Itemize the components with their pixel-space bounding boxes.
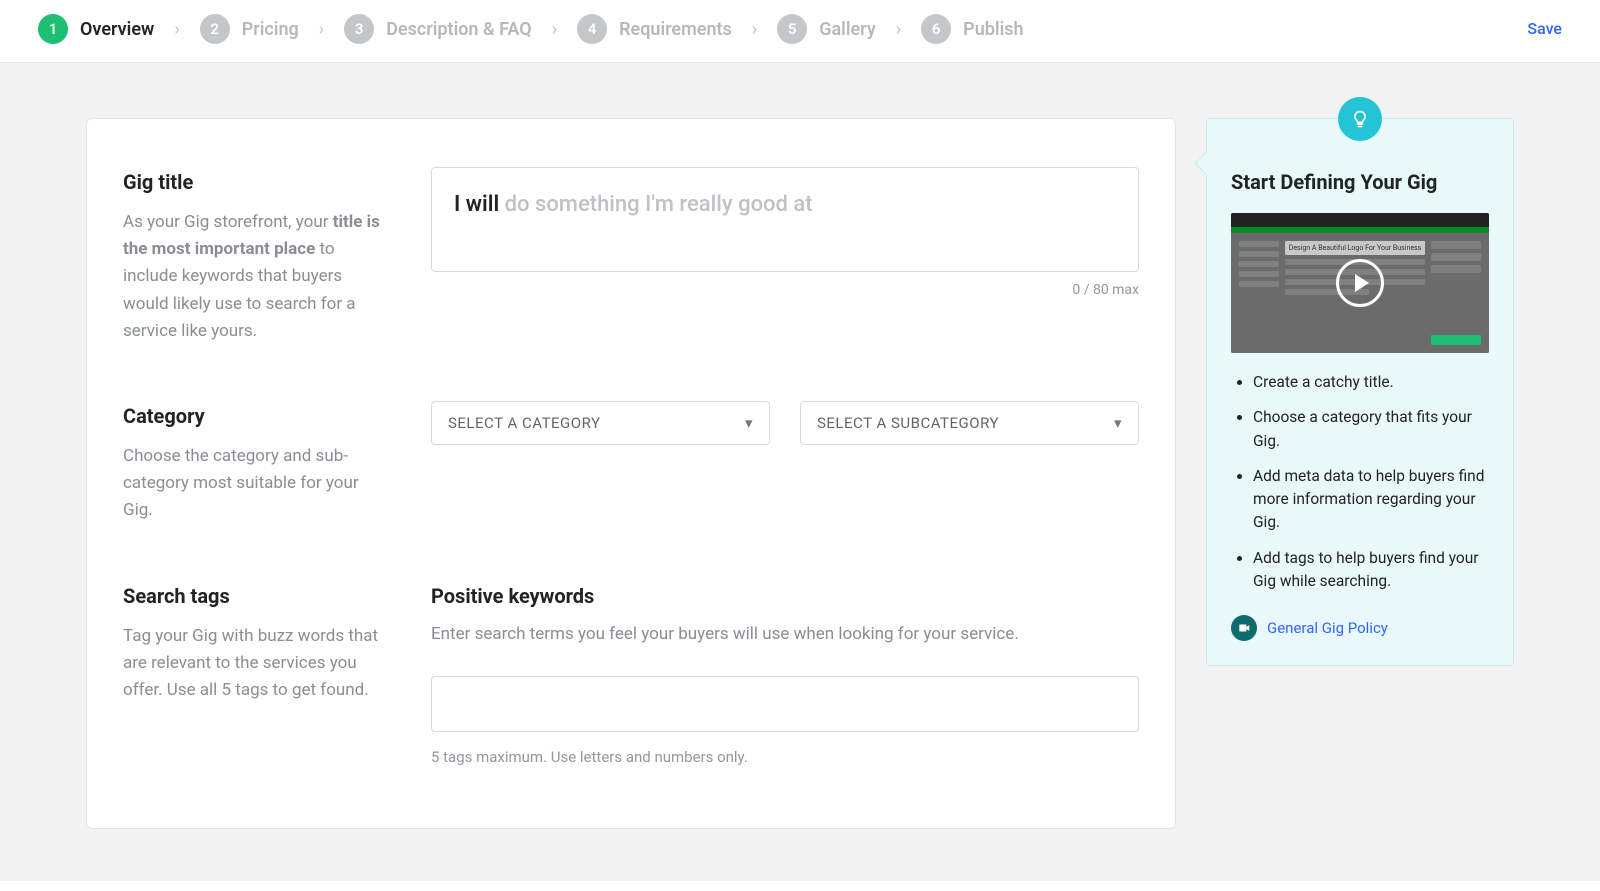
subcategory-select[interactable]: SELECT A SUBCATEGORY ▾ (800, 401, 1139, 446)
tip-panel: Start Defining Your Gig Design A Beautif… (1206, 118, 1514, 666)
category-desc: Choose the category and sub-category mos… (123, 443, 383, 525)
caret-down-icon: ▾ (745, 412, 753, 435)
tip-list-item: Add meta data to help buyers find more i… (1253, 465, 1489, 535)
tip-list-item: Choose a category that fits your Gig. (1253, 406, 1489, 453)
step-label: Pricing (242, 16, 299, 43)
step-publish[interactable]: 6 Publish (921, 14, 1023, 44)
tip-video[interactable]: Design A Beautiful Logo For Your Busines… (1231, 213, 1489, 353)
caret-down-icon: ▾ (1114, 412, 1122, 435)
tip-title: Start Defining Your Gig (1231, 167, 1489, 197)
lightbulb-icon (1338, 97, 1382, 141)
positive-keywords-desc: Enter search terms you feel your buyers … (431, 621, 1139, 648)
step-number: 6 (921, 14, 951, 44)
gig-title-placeholder: do something I'm really good at (505, 192, 813, 217)
gig-title-input[interactable]: I will do something I'm really good at (431, 167, 1139, 272)
save-link[interactable]: Save (1527, 17, 1562, 41)
search-tags-label: Search tags (123, 581, 383, 611)
step-number: 2 (200, 14, 230, 44)
chevron-right-icon: › (317, 16, 326, 43)
tip-list-item: Create a catchy title. (1253, 371, 1489, 394)
positive-keywords-label: Positive keywords (431, 581, 1139, 611)
step-number: 3 (344, 14, 374, 44)
gig-title-char-count: 0 / 80 max (431, 280, 1139, 301)
chevron-right-icon: › (750, 16, 759, 43)
subcategory-select-value: SELECT A SUBCATEGORY (817, 412, 999, 435)
row-category: Category Choose the category and sub-cat… (123, 401, 1139, 525)
row-search-tags: Search tags Tag your Gig with buzz words… (123, 581, 1139, 769)
step-requirements[interactable]: 4 Requirements (577, 14, 732, 44)
step-number: 1 (38, 14, 68, 44)
step-pricing[interactable]: 2 Pricing (200, 14, 299, 44)
step-label: Description & FAQ (386, 16, 532, 43)
video-icon (1231, 615, 1257, 641)
policy-row: General Gig Policy (1231, 615, 1489, 641)
step-label: Requirements (619, 16, 732, 43)
step-gallery[interactable]: 5 Gallery (777, 14, 876, 44)
step-label: Gallery (819, 16, 876, 43)
form-card: Gig title As your Gig storefront, your t… (86, 118, 1176, 829)
search-tags-desc: Tag your Gig with buzz words that are re… (123, 623, 383, 705)
tip-list-item: Add tags to help buyers find your Gig wh… (1253, 547, 1489, 594)
step-nav: 1 Overview › 2 Pricing › 3 Description &… (0, 0, 1600, 63)
tags-input[interactable] (431, 676, 1139, 732)
chevron-right-icon: › (172, 16, 181, 43)
chevron-right-icon: › (894, 16, 903, 43)
gig-title-prefix: I will (454, 192, 499, 217)
page-body: Gig title As your Gig storefront, your t… (0, 63, 1600, 881)
category-label: Category (123, 401, 383, 431)
gig-title-desc: As your Gig storefront, your title is th… (123, 209, 383, 345)
steps: 1 Overview › 2 Pricing › 3 Description &… (38, 14, 1024, 44)
gig-title-label: Gig title (123, 167, 383, 197)
step-label: Overview (80, 16, 154, 43)
step-overview[interactable]: 1 Overview (38, 14, 154, 44)
general-gig-policy-link[interactable]: General Gig Policy (1267, 617, 1388, 640)
desc-pre: As your Gig storefront, your (123, 212, 333, 232)
row-gig-title: Gig title As your Gig storefront, your t… (123, 167, 1139, 345)
category-select-value: SELECT A CATEGORY (448, 412, 601, 435)
step-description[interactable]: 3 Description & FAQ (344, 14, 532, 44)
step-number: 4 (577, 14, 607, 44)
tags-hint: 5 tags maximum. Use letters and numbers … (431, 746, 1139, 769)
category-select[interactable]: SELECT A CATEGORY ▾ (431, 401, 770, 446)
chevron-right-icon: › (550, 16, 559, 43)
play-icon (1231, 213, 1489, 353)
step-label: Publish (963, 16, 1023, 43)
tip-list: Create a catchy title. Choose a category… (1231, 371, 1489, 593)
step-number: 5 (777, 14, 807, 44)
